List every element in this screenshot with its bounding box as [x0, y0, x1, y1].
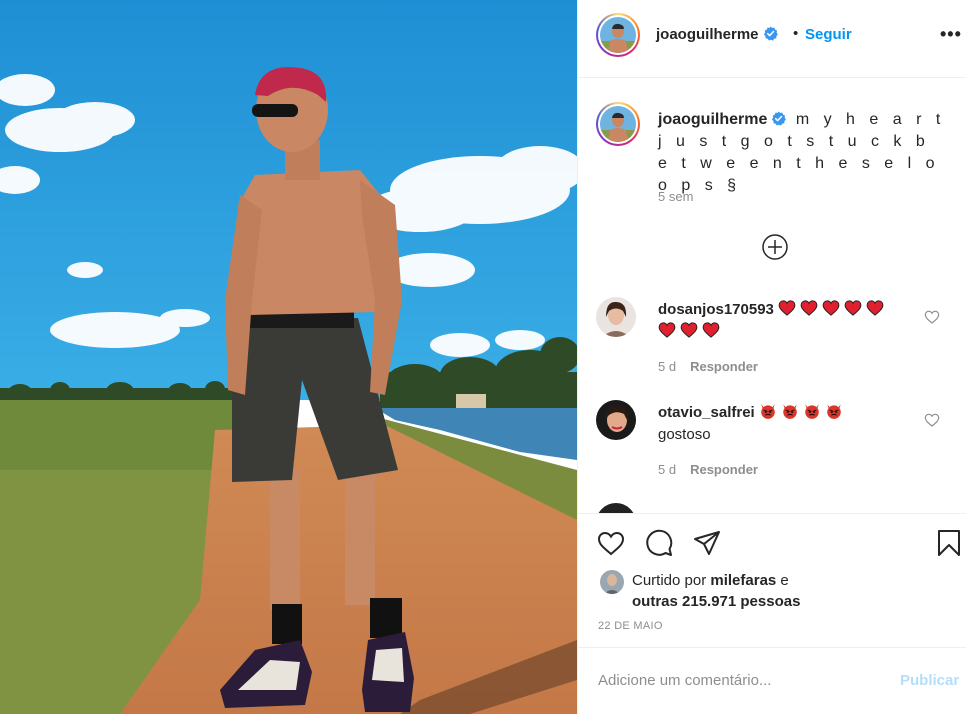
commenter-avatar-image	[596, 400, 636, 440]
post-header: joaoguilherme • Seguir •••	[578, 0, 966, 78]
red-heart-emoji-icon	[702, 322, 720, 338]
liked-by-username[interactable]: milefaras	[710, 572, 776, 589]
add-comment-bar: Adicione um comentário... Publicar	[578, 647, 966, 714]
caption-verified-badge-icon	[772, 111, 787, 126]
comment-like-heart-icon[interactable]	[924, 412, 940, 428]
red-heart-emoji-icon	[658, 322, 676, 338]
red-heart-emoji-icon	[866, 300, 884, 316]
save-bookmark-icon[interactable]	[934, 528, 964, 558]
caption-avatar-image	[600, 106, 636, 142]
post-photo[interactable]	[0, 0, 577, 714]
commenter-avatar-image	[596, 297, 636, 337]
author-username[interactable]: joaoguilherme	[656, 26, 778, 43]
comment-username[interactable]: dosanjos170593	[658, 301, 774, 318]
angry-devil-emoji-icon	[827, 404, 841, 419]
caption-author-avatar[interactable]	[596, 102, 640, 146]
likes-summary: Curtido por milefaras e outras 215.971 p…	[632, 570, 952, 612]
caption-emoji: §	[727, 177, 742, 194]
likes-others-link[interactable]: outras 215.971 pessoas	[632, 593, 800, 610]
author-username-text[interactable]: joaoguilherme	[656, 26, 759, 43]
likes-connector: e	[780, 572, 789, 589]
red-heart-emoji-icon	[800, 300, 818, 316]
caption-timestamp[interactable]: 5 sem	[658, 189, 693, 204]
liker-avatar[interactable]	[600, 570, 624, 594]
angry-devil-emoji-icon	[783, 404, 797, 419]
comment-meta: 5 d Responder	[658, 359, 758, 374]
comment-input[interactable]: Adicione um comentário...	[598, 672, 878, 689]
comment-emoji-row	[759, 404, 847, 421]
post-date[interactable]: 22 DE MAIO	[598, 620, 663, 632]
publish-button[interactable]: Publicar	[900, 672, 959, 689]
reply-button[interactable]: Responder	[690, 462, 758, 477]
comment-text: gostoso	[658, 426, 711, 443]
comment-like-heart-icon[interactable]	[924, 309, 940, 325]
commenter-avatar[interactable]	[596, 297, 636, 337]
comment-username[interactable]: otavio_salfrei	[658, 404, 755, 421]
commenter-avatar[interactable]	[596, 503, 636, 513]
like-heart-icon[interactable]	[596, 528, 626, 558]
author-avatar-image	[600, 17, 636, 53]
comment-time[interactable]: 5 d	[658, 462, 676, 477]
comment-bubble-icon[interactable]	[644, 528, 674, 558]
comment-meta: 5 d Responder	[658, 462, 758, 477]
likes-prefix: Curtido por	[632, 572, 707, 589]
post-photo-illustration	[0, 0, 577, 714]
caption-username[interactable]: joaoguilherme	[658, 111, 767, 128]
author-avatar[interactable]	[596, 13, 640, 57]
red-heart-emoji-icon	[822, 300, 840, 316]
post-sidebar: joaoguilherme • Seguir ••• joaoguilherme…	[577, 0, 966, 714]
post-actions: Curtido por milefaras e outras 215.971 p…	[578, 513, 966, 647]
comments-section[interactable]: joaoguilherme m y h e a r t j u s t g o …	[578, 79, 966, 513]
reply-button[interactable]: Responder	[690, 359, 758, 374]
follow-button[interactable]: Seguir	[805, 26, 852, 43]
red-heart-emoji-icon	[680, 322, 698, 338]
red-heart-emoji-icon	[778, 300, 796, 316]
load-more-comments-icon[interactable]	[761, 233, 789, 261]
share-paper-plane-icon[interactable]	[692, 528, 722, 558]
comment-body: otavio_salfrei gostoso	[658, 402, 913, 446]
caption-text: joaoguilherme m y h e a r t j u s t g o …	[658, 109, 948, 197]
verified-badge-icon	[763, 26, 778, 41]
liker-avatar-image	[600, 570, 624, 594]
more-options-icon[interactable]: •••	[940, 24, 962, 45]
angry-devil-emoji-icon	[761, 404, 775, 419]
commenter-avatar-image	[596, 503, 636, 513]
comment-time[interactable]: 5 d	[658, 359, 676, 374]
commenter-avatar[interactable]	[596, 400, 636, 440]
red-heart-emoji-icon	[844, 300, 862, 316]
header-separator: •	[793, 25, 799, 42]
comment-body: dosanjos170593	[658, 299, 913, 343]
angry-devil-emoji-icon	[805, 404, 819, 419]
